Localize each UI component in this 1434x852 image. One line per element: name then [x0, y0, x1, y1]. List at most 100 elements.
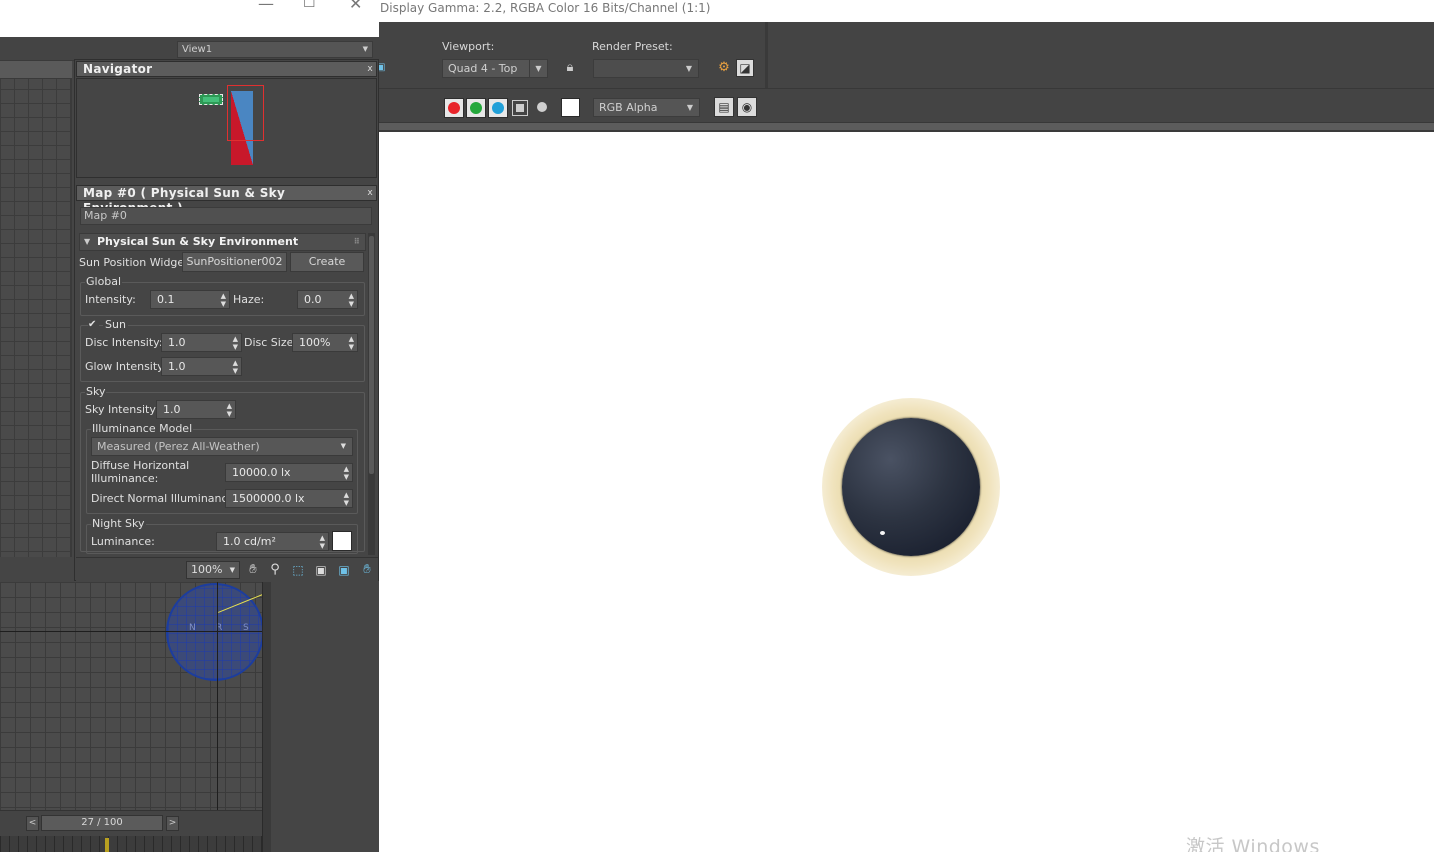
red-channel-toggle[interactable]	[444, 98, 464, 118]
sun-group-label: Sun	[103, 318, 128, 331]
sun-positioner-compass[interactable]	[166, 583, 264, 681]
navigator-title: Navigator	[83, 62, 153, 76]
rendered-sphere	[842, 418, 980, 556]
spinner-arrows-icon: ▲ ▼	[343, 491, 349, 507]
haze-label: Haze:	[233, 293, 265, 306]
zoom-icon[interactable]: ⚲	[266, 561, 284, 579]
rollout-title: Physical Sun & Sky Environment	[97, 235, 299, 248]
spinner-arrows-icon: ▲ ▼	[220, 292, 226, 308]
viewport-label: Viewport:	[442, 40, 495, 53]
save-image-icon[interactable]: ▤	[714, 97, 734, 117]
illuminance-model-select[interactable]: Measured (Perez All-Weather) ▼	[91, 437, 353, 456]
close-icon[interactable]: x	[367, 186, 373, 201]
night-sky-label: Night Sky	[91, 517, 146, 530]
viewport-grid-top[interactable]	[0, 61, 72, 557]
maximize-icon[interactable]: ☐	[303, 0, 316, 11]
display-settings-icon[interactable]: ◉	[737, 97, 757, 117]
direct-normal-spinner[interactable]: 1500000.0 lx ▲ ▼	[225, 489, 353, 508]
navigator-title-bar: Navigator x	[76, 61, 377, 77]
viewport-border	[262, 582, 271, 852]
time-prev-button[interactable]: <	[26, 816, 39, 831]
sky-intensity-value: 1.0	[163, 403, 181, 416]
current-frame-marker	[105, 838, 109, 852]
sun-highlight	[880, 531, 885, 535]
blue-channel-toggle[interactable]	[488, 98, 508, 118]
render-preset-label: Render Preset:	[592, 40, 673, 53]
toolbar-divider	[767, 22, 768, 88]
navigator-view-frame[interactable]	[227, 85, 264, 141]
render-preset-select[interactable]: ▼	[593, 59, 699, 78]
disc-intensity-label: Disc Intensity:	[85, 336, 163, 349]
render-setup-icon[interactable]: ⚙	[714, 58, 734, 78]
disc-size-value: 100%	[299, 336, 331, 349]
green-channel-icon	[470, 102, 482, 114]
environment-effects-icon[interactable]: ◪	[736, 59, 754, 77]
spinner-arrows-icon: ▲ ▼	[348, 335, 354, 351]
grid-axis-horizontal	[0, 631, 262, 632]
zoom-extents-selected-icon[interactable]: ▣	[335, 561, 353, 579]
diffuse-horizontal-value: 10000.0 lx	[232, 466, 291, 479]
direct-normal-label: Direct Normal Illuminance:	[91, 492, 239, 505]
zoom-select[interactable]: 100% ▼	[186, 561, 240, 579]
intensity-spinner[interactable]: 0.1 ▲ ▼	[150, 290, 230, 309]
luminance-label: Luminance:	[91, 535, 155, 548]
grip-icon: ⠿	[353, 237, 360, 246]
zoom-region-icon[interactable]: ⬚	[289, 561, 307, 579]
grid-axis-vertical	[217, 582, 218, 810]
intensity-label: Intensity:	[85, 293, 136, 306]
channel-display-select[interactable]: RGB Alpha ▼	[593, 98, 700, 117]
sun-enable-checkbox[interactable]: ✔	[88, 320, 99, 331]
minimize-icon[interactable]: —	[258, 0, 274, 13]
alpha-channel-toggle[interactable]	[512, 100, 528, 116]
blue-channel-icon	[492, 102, 504, 114]
track-bar[interactable]	[0, 836, 262, 852]
spinner-arrows-icon: ▲ ▼	[348, 292, 354, 308]
diffuse-horizontal-label-line2: Illuminance:	[91, 472, 159, 485]
alpha-channel-icon	[516, 104, 524, 112]
clear-color-swatch[interactable]	[561, 98, 580, 117]
view-select[interactable]: View1 ▼	[177, 41, 373, 58]
haze-spinner[interactable]: 0.0 ▲ ▼	[297, 290, 358, 309]
close-icon[interactable]: x	[367, 62, 373, 77]
viewport-select[interactable]: Quad 4 - Top ▼	[442, 59, 548, 78]
viewport-header	[0, 61, 72, 79]
green-channel-toggle[interactable]	[466, 98, 486, 118]
glow-intensity-value: 1.0	[168, 360, 186, 373]
chevron-down-icon: ▼	[362, 45, 368, 53]
create-button[interactable]: Create	[290, 252, 364, 272]
sky-intensity-spinner[interactable]: 1.0 ▲ ▼	[156, 400, 236, 419]
window-titlebar: — ☐ ✕	[0, 0, 379, 37]
rollout-header[interactable]: ▼ Physical Sun & Sky Environment ⠿	[79, 233, 366, 251]
glow-intensity-spinner[interactable]: 1.0 ▲ ▼	[161, 357, 242, 376]
close-icon[interactable]: ✕	[349, 0, 362, 13]
disc-intensity-spinner[interactable]: 1.0 ▲ ▼	[161, 333, 242, 352]
chevron-down-icon: ▼	[686, 103, 694, 112]
illuminance-model-value: Measured (Perez All-Weather)	[97, 440, 260, 453]
frame-buffer-toolbar: ▣ Viewport: Quad 4 - Top ▼ 🔒︎ Render Pre…	[376, 22, 1434, 88]
sky-group-label: Sky	[85, 385, 107, 398]
chevron-down-icon: ▼	[229, 566, 235, 574]
disc-size-label: Disc Size:	[244, 336, 298, 349]
sun-position-widget-button[interactable]: SunPositioner002	[182, 252, 287, 272]
luminance-spinner[interactable]: 1.0 cd/m² ▲ ▼	[216, 532, 329, 551]
night-sky-color-swatch[interactable]	[332, 531, 352, 551]
monochrome-toggle[interactable]	[536, 101, 548, 113]
map-name-field[interactable]: Map #0	[80, 207, 372, 225]
zoom-extents-icon[interactable]: ▣	[312, 561, 330, 579]
scrollbar-thumb[interactable]	[369, 236, 374, 474]
diffuse-horizontal-spinner[interactable]: 10000.0 lx ▲ ▼	[225, 463, 353, 482]
time-slider[interactable]: 27 / 100	[41, 815, 163, 831]
monochrome-icon	[537, 102, 547, 112]
time-next-button[interactable]: >	[166, 816, 179, 831]
channel-display-value: RGB Alpha	[599, 101, 658, 114]
sky-intensity-label: Sky Intensity:	[85, 403, 159, 416]
pan-to-selected-icon[interactable]: ✋︎	[358, 561, 376, 579]
disc-size-spinner[interactable]: 100% ▲ ▼	[292, 333, 358, 352]
navigator-node	[199, 94, 223, 105]
pan-hand-icon[interactable]: ✋︎	[244, 561, 262, 579]
luminance-value: 1.0 cd/m²	[223, 535, 276, 548]
disc-intensity-value: 1.0	[168, 336, 186, 349]
diffuse-horizontal-label: Diffuse Horizontal Illuminance:	[91, 459, 189, 485]
lock-icon[interactable]: 🔒︎	[560, 58, 580, 78]
frame-buffer-separator	[379, 122, 1434, 132]
